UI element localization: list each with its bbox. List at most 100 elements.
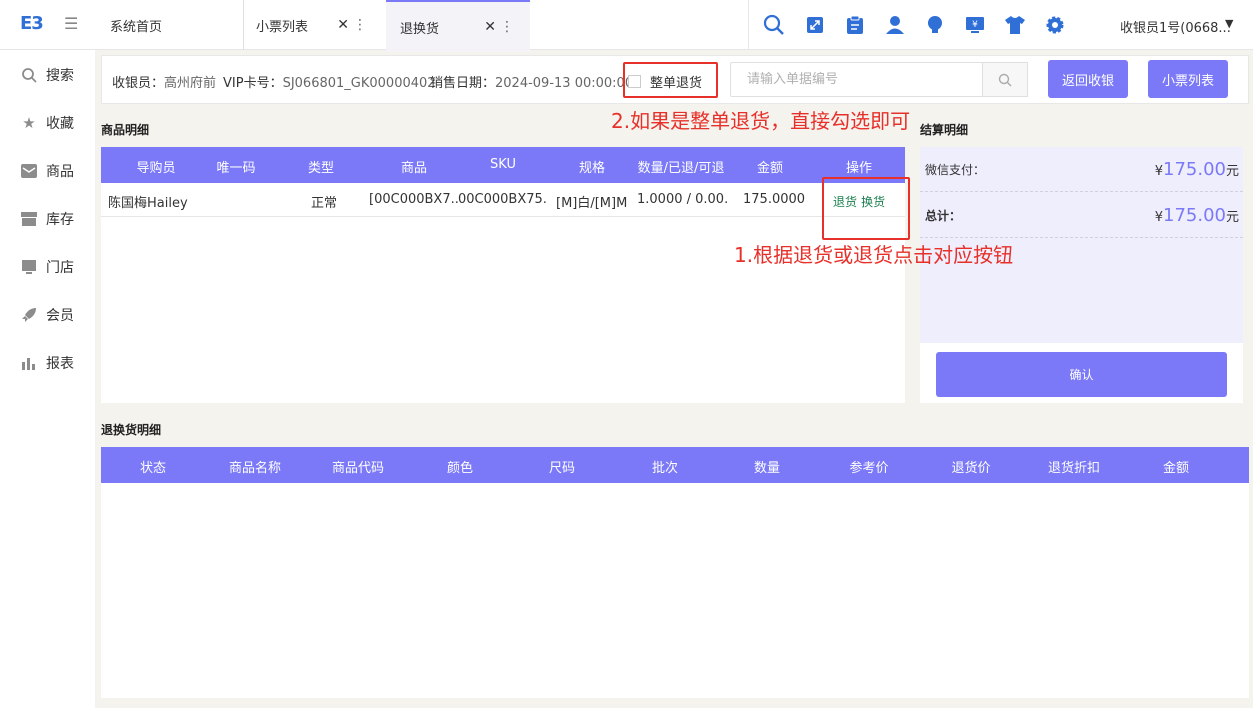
chevron-down-icon[interactable]: ▼ bbox=[1225, 17, 1233, 30]
settlement-value: ¥175.00元 bbox=[1155, 159, 1239, 180]
whole-return-highlight bbox=[623, 62, 718, 98]
star-icon: ★ bbox=[22, 114, 36, 132]
sidebar-item-inventory[interactable]: 库存 bbox=[20, 209, 74, 229]
back-to-cashier-button[interactable]: 返回收银 bbox=[1048, 60, 1128, 98]
column-header: 金额 bbox=[1162, 461, 1189, 476]
vip-label: VIP卡号： bbox=[223, 76, 283, 91]
column-header: 商品 bbox=[400, 161, 427, 176]
settlement-label: 微信支付： bbox=[925, 163, 986, 177]
more-icon[interactable]: ⋮ bbox=[500, 19, 514, 35]
column-header: 尺码 bbox=[548, 461, 575, 476]
qty-cell: 1.0000 / 0.00... bbox=[637, 192, 729, 207]
sidebar: 搜索 ★ 收藏 商品 库存 门店 会员 报表 bbox=[0, 50, 95, 708]
tab-receipts[interactable]: 小票列表 ✕ ⋮ bbox=[243, 0, 383, 50]
rocket-icon bbox=[20, 306, 38, 324]
vip-value: SJ066801_GK00000402 bbox=[282, 76, 436, 91]
sidebar-item-label: 搜索 bbox=[46, 68, 74, 84]
sidebar-item-products[interactable]: 商品 bbox=[20, 161, 74, 181]
operation-highlight bbox=[822, 177, 910, 240]
gear-icon[interactable] bbox=[1044, 14, 1066, 36]
column-header: 状态 bbox=[139, 461, 166, 476]
sidebar-item-label: 库存 bbox=[46, 212, 74, 228]
products-table: 导购员 唯一码 类型 商品 SKU 规格 数量/已退/可退 金额 操作 陈国梅H… bbox=[101, 147, 905, 403]
chart-icon bbox=[20, 354, 38, 372]
column-header: 类型 bbox=[307, 161, 334, 176]
sidebar-item-search[interactable]: 搜索 bbox=[20, 65, 74, 85]
column-header: 参考价 bbox=[849, 461, 889, 476]
sidebar-item-members[interactable]: 会员 bbox=[20, 305, 74, 325]
tab-home-label: 系统首页 bbox=[110, 19, 163, 35]
table-row[interactable]: 陈国梅Hailey 正常 [00C000BX7... 00C000BX75...… bbox=[101, 183, 905, 217]
column-header: 商品代码 bbox=[331, 461, 384, 476]
amount-value: 175.00 bbox=[1163, 205, 1226, 226]
column-header: 数量/已退/可退 bbox=[637, 161, 725, 176]
search-icon bbox=[20, 66, 38, 84]
currency-symbol: ¥ bbox=[1154, 164, 1163, 179]
sidebar-item-reports[interactable]: 报表 bbox=[20, 353, 74, 373]
order-search-button[interactable] bbox=[982, 62, 1028, 97]
confirm-button[interactable]: 确认 bbox=[936, 352, 1227, 397]
column-header: 批次 bbox=[651, 461, 678, 476]
products-table-header: 导购员 唯一码 类型 商品 SKU 规格 数量/已退/可退 金额 操作 bbox=[101, 147, 905, 183]
bulb-icon[interactable] bbox=[924, 14, 946, 36]
clipboard-icon[interactable] bbox=[844, 14, 866, 36]
cashier-value: 高州府前 bbox=[164, 76, 217, 91]
tab-home[interactable]: 系统首页 bbox=[110, 0, 162, 50]
close-icon[interactable]: ✕ bbox=[484, 19, 496, 35]
sale-date-label: 销售日期： bbox=[430, 76, 496, 91]
column-header: SKU bbox=[490, 157, 516, 172]
currency-symbol: ¥ bbox=[1154, 210, 1163, 225]
column-header: 数量 bbox=[753, 461, 780, 476]
settlement-panel: 微信支付： ¥175.00元 总计： ¥175.00元 确认 bbox=[920, 147, 1243, 403]
column-header: 退货价 bbox=[951, 461, 991, 476]
column-header: 导购员 bbox=[136, 161, 176, 176]
search-icon bbox=[998, 73, 1012, 86]
sku-cell: 00C000BX75... bbox=[458, 192, 548, 207]
type-cell: 正常 bbox=[311, 196, 338, 211]
amount-value: 175.00 bbox=[1163, 159, 1226, 180]
tab-receipts-label: 小票列表 bbox=[256, 19, 309, 35]
app-logo[interactable]: E3 bbox=[20, 13, 44, 34]
svg-text:¥: ¥ bbox=[972, 20, 978, 30]
sidebar-item-label: 商品 bbox=[46, 164, 74, 180]
vip-info: VIP卡号：SJ066801_GK00000402 bbox=[223, 72, 436, 91]
collapse-menu-icon[interactable]: ☰ bbox=[64, 14, 78, 33]
sale-date-value: 2024-09-13 00:00:00 bbox=[495, 76, 634, 91]
current-user[interactable]: 收银员1号(0668... bbox=[1120, 17, 1231, 36]
more-icon[interactable]: ⋮ bbox=[353, 17, 367, 33]
settlement-label: 总计： bbox=[925, 209, 962, 223]
settlement-value: ¥175.00元 bbox=[1155, 205, 1239, 226]
products-section-title: 商品明细 bbox=[101, 123, 150, 137]
column-header: 规格 bbox=[578, 161, 605, 176]
shirt-icon[interactable] bbox=[1004, 14, 1026, 36]
settlement-row-wechat: 微信支付： ¥175.00元 bbox=[920, 147, 1243, 192]
sidebar-item-label: 收藏 bbox=[46, 116, 74, 132]
amount-cell: 175.0000 bbox=[743, 192, 805, 207]
mail-icon bbox=[20, 162, 38, 180]
returns-section-title: 退换货明细 bbox=[101, 423, 162, 437]
spec-cell: [M]白/[M]M bbox=[556, 196, 628, 211]
cashier-info: 收银员：高州府前 bbox=[112, 72, 216, 91]
settlement-row-total: 总计： ¥175.00元 bbox=[920, 193, 1243, 238]
annotation-whole-return: 2.如果是整单退货，直接勾选即可 bbox=[611, 109, 911, 133]
sidebar-item-favorites[interactable]: ★ 收藏 bbox=[20, 113, 74, 133]
tab-returns[interactable]: 退换货 ✕ ⋮ bbox=[386, 0, 530, 52]
toolbar-divider bbox=[748, 0, 749, 50]
returns-table: 状态 商品名称 商品代码 颜色 尺码 批次 数量 参考价 退货价 退货折扣 金额 bbox=[101, 447, 1249, 698]
currency-unit: 元 bbox=[1225, 210, 1239, 225]
sidebar-item-store[interactable]: 门店 bbox=[20, 257, 74, 277]
column-header: 金额 bbox=[756, 161, 783, 176]
sidebar-item-label: 报表 bbox=[46, 356, 74, 372]
tab-returns-label: 退换货 bbox=[400, 21, 440, 37]
receipt-list-button[interactable]: 小票列表 bbox=[1148, 60, 1228, 98]
expand-icon[interactable] bbox=[804, 14, 826, 36]
cashier-label: 收银员： bbox=[112, 76, 165, 91]
search-icon[interactable] bbox=[763, 14, 785, 36]
inventory-icon bbox=[20, 210, 38, 228]
close-icon[interactable]: ✕ bbox=[337, 17, 349, 33]
user-icon[interactable] bbox=[884, 14, 906, 36]
product-cell: [00C000BX7... bbox=[369, 192, 459, 207]
cashier-icon[interactable]: ¥ bbox=[964, 14, 986, 36]
column-header: 唯一码 bbox=[216, 161, 256, 176]
guide-cell: 陈国梅Hailey bbox=[108, 196, 188, 211]
